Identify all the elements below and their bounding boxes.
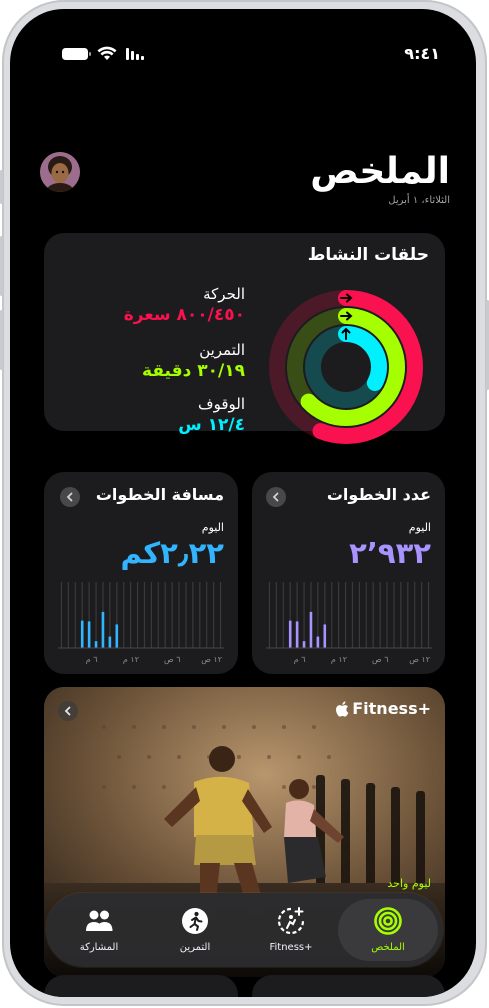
stand-label: الوقوف (198, 395, 245, 413)
status-time: ٩:٤١ (404, 44, 440, 63)
volume-up-button (0, 236, 3, 296)
page-date: الثلاثاء، ١ أبريل (388, 195, 450, 206)
hour-bar (295, 621, 299, 648)
screen: ٩:٤١ الملخص الثلاثاء، ١ أبريل حلقات النش… (10, 9, 476, 997)
steps-bars: ١٢ ص ٦ ص ١٢ م ٦ م (266, 582, 432, 664)
activity-rings-icon (374, 907, 402, 935)
chevron-left-icon (58, 701, 78, 721)
hour-bar (108, 636, 112, 648)
fitness-plus-brand: Fitness+ (336, 699, 431, 718)
next-card-left (44, 975, 238, 997)
axis-tick-label: ٦ ص (372, 655, 389, 664)
hour-bar (288, 620, 292, 648)
hour-bar (80, 620, 84, 648)
avatar[interactable] (40, 152, 80, 192)
axis-tick-label: ١٢ م (123, 655, 139, 664)
tab-summary[interactable]: الملخص (338, 899, 438, 961)
volume-down-button (0, 310, 3, 370)
tab-workout-label: التمرين (179, 942, 211, 953)
apple-logo-icon (336, 700, 349, 717)
wifi-icon (97, 46, 117, 60)
activity-rings-chart (269, 290, 423, 444)
axis-tick-label: ٦ م (294, 655, 306, 664)
tab-summary-label: الملخص (371, 942, 405, 953)
hour-bar (316, 636, 320, 648)
distance-chart: ١٢ ص ٦ ص ١٢ م ٦ م (58, 582, 224, 664)
activity-rings-card[interactable]: حلقات النشاط الحركة ٨٠٠/٤٥٠ سعرة التمرين… (44, 233, 445, 444)
card-title: عدد الخطوات (326, 485, 431, 504)
hour-bar (87, 621, 91, 648)
tab-workout[interactable]: التمرين (146, 899, 244, 961)
axis-tick-label: ١٢ م (331, 655, 347, 664)
next-card-right (252, 975, 445, 997)
workout-caption: ليوم واحد (387, 877, 431, 890)
cellular-signal-icon (126, 48, 144, 60)
status-icons (62, 45, 157, 67)
step-distance-card[interactable]: مسافة الخطوات اليوم ٢٫٢٢كم ١٢ ص ٦ ص ١٢ م ٦ … (44, 472, 238, 674)
move-label: الحركة (203, 285, 245, 303)
axis-tick-label: ١٢ ص (409, 655, 430, 664)
battery-icon (62, 48, 91, 60)
fitness-brand-label: Fitness+ (352, 699, 431, 718)
tab-bar: الملخص Fitness+ التمرين المشاركة (46, 893, 443, 967)
move-value: ٨٠٠/٤٥٠ سعرة (123, 305, 245, 325)
fitness-plus-icon (277, 907, 305, 935)
hour-bar (302, 641, 306, 648)
step-count-card[interactable]: عدد الخطوات اليوم ٢٬٩٣٢ ١٢ ص ٦ ص ١٢ م ٦ م (252, 472, 445, 674)
distance-bars: ١٢ ص ٦ ص ١٢ م ٦ م (58, 582, 224, 664)
page-title: الملخص (310, 151, 450, 192)
hour-bar (309, 611, 313, 648)
today-label: اليوم (408, 521, 431, 534)
hour-bar (101, 611, 105, 648)
stand-value: ١٢/٤ س (178, 415, 245, 435)
hour-bar (94, 641, 98, 648)
exercise-value: ٣٠/١٩ دقيقة (142, 361, 245, 381)
hour-bar (323, 624, 327, 648)
axis-tick-label: ٦ م (86, 655, 98, 664)
tab-sharing-label: المشاركة (79, 942, 119, 953)
action-button (0, 170, 3, 204)
today-label: اليوم (201, 521, 224, 534)
people-icon (86, 910, 113, 931)
tab-fitness-plus-label: Fitness+ (269, 942, 313, 953)
tab-fitness-plus[interactable]: Fitness+ (242, 899, 340, 961)
workout-runner-icon (182, 908, 208, 934)
card-title: مسافة الخطوات (95, 485, 224, 504)
steps-value: ٢٬٩٣٢ (349, 536, 431, 570)
card-title: حلقات النشاط (307, 245, 429, 265)
tab-sharing[interactable]: المشاركة (50, 899, 148, 961)
axis-tick-label: ١٢ ص (201, 655, 222, 664)
hour-bar (115, 624, 119, 648)
axis-tick-label: ٦ ص (164, 655, 181, 664)
exercise-label: التمرين (199, 341, 245, 359)
steps-chart: ١٢ ص ٦ ص ١٢ م ٦ م (266, 582, 432, 664)
distance-value: ٢٫٢٢كم (120, 536, 224, 570)
